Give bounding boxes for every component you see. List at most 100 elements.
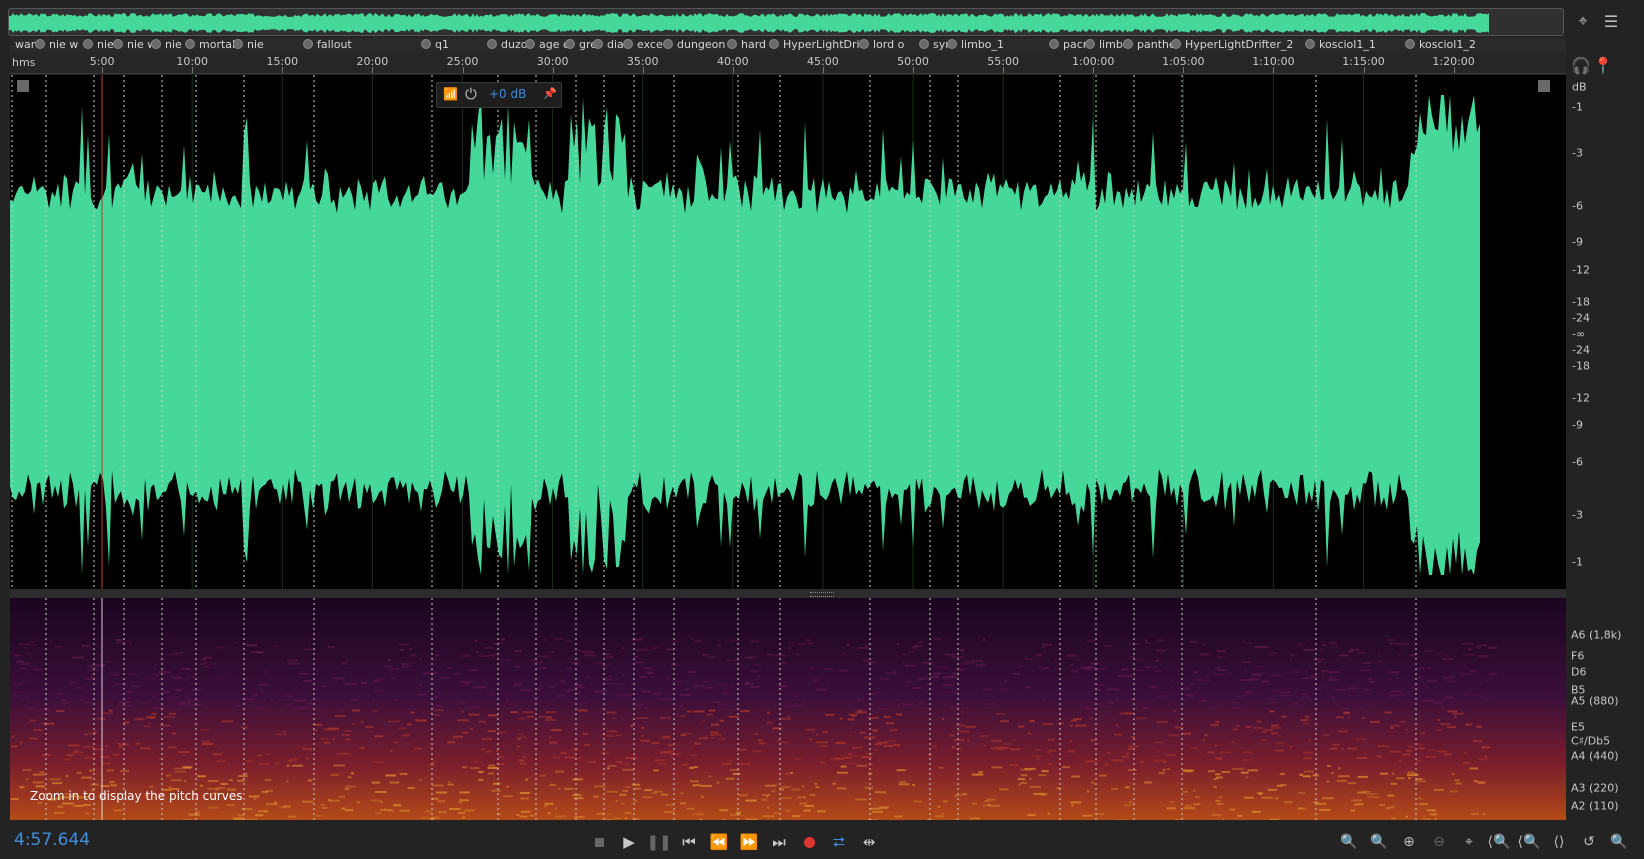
ruler-tick [822, 67, 824, 73]
marker-icon[interactable] [303, 39, 313, 49]
ruler-tick [282, 67, 284, 73]
ruler-tick [1003, 67, 1005, 73]
ruler-tick [642, 67, 644, 73]
marker-label[interactable]: fallout [314, 38, 430, 52]
zoom-out-time-button[interactable]: ⊖ [1426, 830, 1452, 854]
marker-icon[interactable] [593, 39, 603, 49]
pitch-scale-label: A3 (220) [1571, 781, 1619, 795]
marker-icon[interactable] [1049, 39, 1059, 49]
db-scale-unit: dB [1572, 80, 1587, 94]
marker-icon[interactable] [525, 39, 535, 49]
record-button[interactable] [797, 830, 821, 854]
marker-icon[interactable] [1305, 39, 1315, 49]
marker-icon[interactable] [487, 39, 497, 49]
db-scale-label: -12 [1572, 263, 1590, 277]
zoom-in-time-icon: ⊕ [1403, 834, 1415, 850]
zoom-full-button[interactable]: ⌖ [1456, 830, 1482, 854]
fast-forward-icon: ⏩ [739, 833, 759, 851]
marker-icon[interactable] [1085, 39, 1095, 49]
zoom-in-time-button[interactable]: ⊕ [1396, 830, 1422, 854]
ruler-tick [1273, 67, 1275, 73]
db-scale-label: -24 [1572, 343, 1590, 357]
ruler-tick [1453, 67, 1455, 73]
loop-button[interactable]: ⮂ [827, 830, 851, 854]
waveform-view[interactable] [10, 75, 1566, 589]
ruler-unit-label: hms [12, 56, 36, 69]
gain-hud[interactable]: 📶 ⏻ +0 dB 📌 [436, 82, 562, 108]
marker-icon[interactable] [185, 39, 195, 49]
marker-icon[interactable] [151, 39, 161, 49]
gain-value: +0 dB [489, 87, 527, 101]
marker-icon[interactable] [1123, 39, 1133, 49]
marker-row: warc nie w nie nie w nie mortal nie fallout q1 du… [10, 38, 1566, 52]
skip-selection-icon: ⇹ [862, 833, 876, 851]
rewind-button[interactable]: ⏪ [707, 830, 731, 854]
fast-forward-button[interactable]: ⏩ [737, 830, 761, 854]
marker-icon[interactable] [947, 39, 957, 49]
panel-menu-icon[interactable]: ☰ [1600, 10, 1622, 32]
pause-button[interactable]: ❚❚ [646, 830, 672, 854]
zoom-in-right-icon: ⟨⟩ [1553, 834, 1565, 850]
db-scale-label: -9 [1572, 235, 1583, 249]
zoom-to-fit-icon[interactable]: ⌖ [1572, 10, 1594, 32]
current-time-display[interactable]: 4:57.644 [14, 830, 90, 850]
marker-icon[interactable] [859, 39, 869, 49]
pitch-scale-label: C♯/Db5 [1571, 734, 1611, 748]
zoom-in-amplitude-icon: 🔍 [1340, 834, 1358, 850]
marker-icon[interactable] [35, 39, 45, 49]
marker-icon[interactable] [83, 39, 93, 49]
zoom-history-button[interactable]: 🔍 [1606, 830, 1632, 854]
waveform-corner-right-icon[interactable] [1538, 80, 1550, 92]
zoom-reset-button[interactable]: ↺ [1576, 830, 1602, 854]
headphones-icon[interactable]: 🎧 [1570, 54, 1592, 76]
zoom-selection-button[interactable]: ⟨🔍 [1486, 830, 1512, 854]
marker-icon[interactable] [623, 39, 633, 49]
play-icon: ▶ [623, 833, 635, 851]
marker-icon[interactable] [1405, 39, 1415, 49]
divider-grip[interactable] [810, 592, 834, 597]
pause-icon: ❚❚ [646, 833, 672, 851]
stop-button[interactable] [587, 830, 611, 854]
spectral-pitch-view[interactable] [10, 598, 1566, 820]
overview-waveform[interactable] [8, 8, 1564, 36]
marker-icon[interactable] [727, 39, 737, 49]
audio-editor: ⌖ ☰ warc nie w nie nie w nie mortal nie fallout… [0, 0, 1644, 859]
marker-label[interactable]: kosciol1_2 [1416, 38, 1564, 52]
zoom-in-amplitude-button[interactable]: 🔍 [1336, 830, 1362, 854]
marker-label[interactable]: HyperLightDrifter_2 [1182, 38, 1314, 52]
marker-icon[interactable] [769, 39, 779, 49]
marker-icon[interactable] [663, 39, 673, 49]
waveform-shape [10, 95, 1480, 575]
loop-icon: ⮂ [832, 833, 845, 851]
pin-icon[interactable]: 📍 [1592, 54, 1614, 76]
view-divider[interactable] [10, 589, 1566, 598]
hud-pin-icon[interactable]: 📌 [543, 87, 557, 100]
db-scale-label: -18 [1572, 295, 1590, 309]
marker-label[interactable]: nie [244, 38, 312, 52]
zoom-in-right-button[interactable]: ⟨⟩ [1546, 830, 1572, 854]
marker-icon[interactable] [113, 39, 123, 49]
go-to-start-button[interactable]: ⏮ [677, 830, 701, 854]
skip-selection-button[interactable]: ⇹ [857, 830, 881, 854]
gain-knob-icon[interactable]: ⏻ [465, 85, 477, 103]
play-button[interactable]: ▶ [617, 830, 641, 854]
zoom-history-icon: 🔍 [1610, 834, 1628, 850]
time-ruler[interactable]: 5:00 10:00 15:00 20:00 25:00 30:00 35:00 40:00 4… [10, 52, 1566, 74]
db-scale-label: -3 [1572, 508, 1583, 522]
marker-label[interactable]: kosciol1_1 [1316, 38, 1414, 52]
zoom-in-left-button[interactable]: ⟨🔍 [1516, 830, 1542, 854]
marker-icon[interactable] [565, 39, 575, 49]
marker-icon[interactable] [919, 39, 929, 49]
marker-icon[interactable] [421, 39, 431, 49]
marker-label[interactable]: limbo_1 [958, 38, 1058, 52]
waveform-corner-left-icon[interactable] [17, 80, 29, 92]
marker-icon[interactable] [233, 39, 243, 49]
zoom-out-amplitude-icon: 🔍 [1370, 834, 1388, 850]
db-scale-label: -24 [1572, 311, 1590, 325]
go-to-end-button[interactable]: ⏭ [767, 830, 791, 854]
ruler-tick [552, 67, 554, 73]
db-scale-label: -12 [1572, 391, 1590, 405]
marker-icon[interactable] [1171, 39, 1181, 49]
zoom-out-amplitude-button[interactable]: 🔍 [1366, 830, 1392, 854]
marker-label[interactable]: HyperLightDrifte [780, 38, 868, 52]
